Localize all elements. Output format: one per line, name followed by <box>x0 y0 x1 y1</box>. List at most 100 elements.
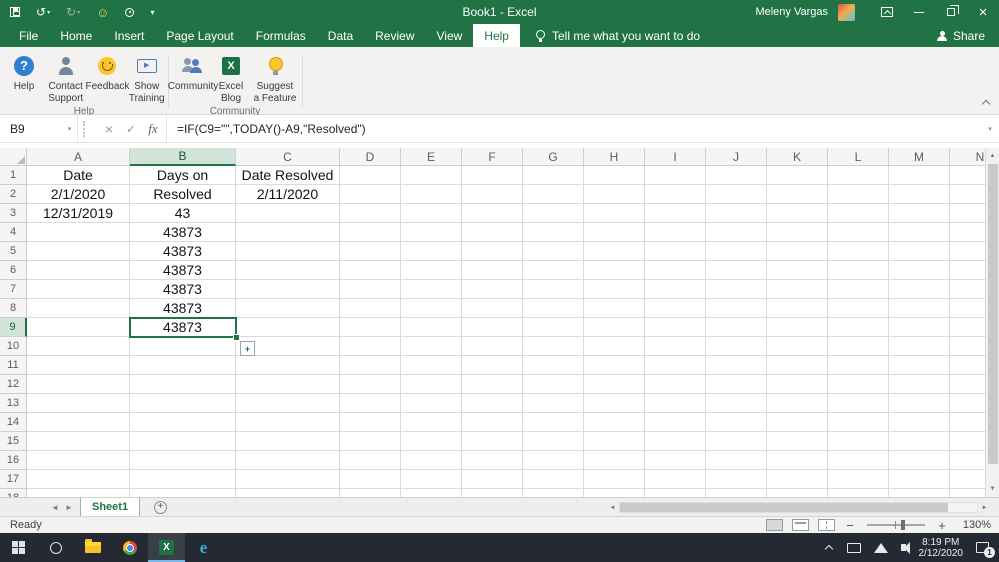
cell-J12[interactable] <box>706 375 767 394</box>
cell-A17[interactable] <box>27 470 130 489</box>
cell-F5[interactable] <box>462 242 523 261</box>
cell-I1[interactable] <box>645 166 706 185</box>
cell-E12[interactable] <box>401 375 462 394</box>
select-all-button[interactable] <box>0 148 27 166</box>
cell-J16[interactable] <box>706 451 767 470</box>
cell-K12[interactable] <box>767 375 828 394</box>
touch-mode-button[interactable] <box>125 4 135 20</box>
cell-A18[interactable] <box>27 489 130 497</box>
cell-N14[interactable] <box>950 413 985 432</box>
cell-F16[interactable] <box>462 451 523 470</box>
cell-L17[interactable] <box>828 470 889 489</box>
cell-L7[interactable] <box>828 280 889 299</box>
col-header-M[interactable]: M <box>889 148 950 166</box>
cell-B2[interactable]: Resolved <box>130 185 236 204</box>
horizontal-scroll-track[interactable] <box>619 502 978 513</box>
cell-L14[interactable] <box>828 413 889 432</box>
undo-button[interactable] <box>36 4 50 20</box>
cell-K3[interactable] <box>767 204 828 223</box>
cell-L18[interactable] <box>828 489 889 497</box>
row-header-5[interactable]: 5 <box>0 242 27 261</box>
cell-N15[interactable] <box>950 432 985 451</box>
cell-G16[interactable] <box>523 451 584 470</box>
cell-N5[interactable] <box>950 242 985 261</box>
cell-D1[interactable] <box>340 166 401 185</box>
cell-G17[interactable] <box>523 470 584 489</box>
file-explorer-button[interactable] <box>74 533 111 562</box>
cell-D17[interactable] <box>340 470 401 489</box>
cell-F1[interactable] <box>462 166 523 185</box>
cell-D18[interactable] <box>340 489 401 497</box>
cell-L9[interactable] <box>828 318 889 337</box>
cell-H16[interactable] <box>584 451 645 470</box>
row-header-6[interactable]: 6 <box>0 261 27 280</box>
cell-I11[interactable] <box>645 356 706 375</box>
cell-F7[interactable] <box>462 280 523 299</box>
help-button[interactable]: Help <box>6 55 42 93</box>
ribbon-display-options-button[interactable] <box>871 0 903 24</box>
cell-I4[interactable] <box>645 223 706 242</box>
cell-H8[interactable] <box>584 299 645 318</box>
col-header-B[interactable]: B <box>130 148 236 166</box>
row-header-1[interactable]: 1 <box>0 166 27 185</box>
cell-G1[interactable] <box>523 166 584 185</box>
cell-E17[interactable] <box>401 470 462 489</box>
cell-C6[interactable] <box>236 261 340 280</box>
cell-A15[interactable] <box>27 432 130 451</box>
cell-C1[interactable]: Date Resolved <box>236 166 340 185</box>
cell-E3[interactable] <box>401 204 462 223</box>
excel-taskbar-button[interactable] <box>148 533 185 562</box>
cell-D8[interactable] <box>340 299 401 318</box>
zoom-slider-thumb[interactable] <box>901 520 905 530</box>
save-button[interactable] <box>10 4 20 20</box>
cell-M7[interactable] <box>889 280 950 299</box>
close-button[interactable] <box>967 0 999 24</box>
scroll-right-button[interactable] <box>978 500 991 515</box>
cell-L8[interactable] <box>828 299 889 318</box>
search-button[interactable] <box>37 533 74 562</box>
cell-L13[interactable] <box>828 394 889 413</box>
cell-G4[interactable] <box>523 223 584 242</box>
fill-handle[interactable] <box>233 334 240 341</box>
cell-A8[interactable] <box>27 299 130 318</box>
cell-K17[interactable] <box>767 470 828 489</box>
cell-F6[interactable] <box>462 261 523 280</box>
zoom-level[interactable]: 130% <box>957 519 991 531</box>
cell-J3[interactable] <box>706 204 767 223</box>
cell-E2[interactable] <box>401 185 462 204</box>
col-header-N[interactable]: N <box>950 148 985 166</box>
cell-M13[interactable] <box>889 394 950 413</box>
cell-M1[interactable] <box>889 166 950 185</box>
cell-J18[interactable] <box>706 489 767 497</box>
cell-N11[interactable] <box>950 356 985 375</box>
cell-M11[interactable] <box>889 356 950 375</box>
cell-B1[interactable]: Days on <box>130 166 236 185</box>
row-header-7[interactable]: 7 <box>0 280 27 299</box>
autofill-options-button[interactable] <box>240 341 255 356</box>
cell-F4[interactable] <box>462 223 523 242</box>
cell-H13[interactable] <box>584 394 645 413</box>
cell-M5[interactable] <box>889 242 950 261</box>
row-header-18[interactable]: 18 <box>0 489 27 497</box>
cell-C12[interactable] <box>236 375 340 394</box>
cell-B12[interactable] <box>130 375 236 394</box>
zoom-out-button[interactable] <box>844 519 856 532</box>
cell-L5[interactable] <box>828 242 889 261</box>
cell-B7[interactable]: 43873 <box>130 280 236 299</box>
col-header-L[interactable]: L <box>828 148 889 166</box>
network-button[interactable] <box>873 542 888 553</box>
cell-B13[interactable] <box>130 394 236 413</box>
cell-K15[interactable] <box>767 432 828 451</box>
cell-K8[interactable] <box>767 299 828 318</box>
cell-J4[interactable] <box>706 223 767 242</box>
vertical-scrollbar[interactable] <box>985 148 999 497</box>
cell-A10[interactable] <box>27 337 130 356</box>
cell-D7[interactable] <box>340 280 401 299</box>
cell-F14[interactable] <box>462 413 523 432</box>
cell-D9[interactable] <box>340 318 401 337</box>
row-header-4[interactable]: 4 <box>0 223 27 242</box>
cell-G5[interactable] <box>523 242 584 261</box>
cell-B18[interactable] <box>130 489 236 497</box>
previous-sheet-button[interactable] <box>48 498 62 516</box>
cell-J15[interactable] <box>706 432 767 451</box>
